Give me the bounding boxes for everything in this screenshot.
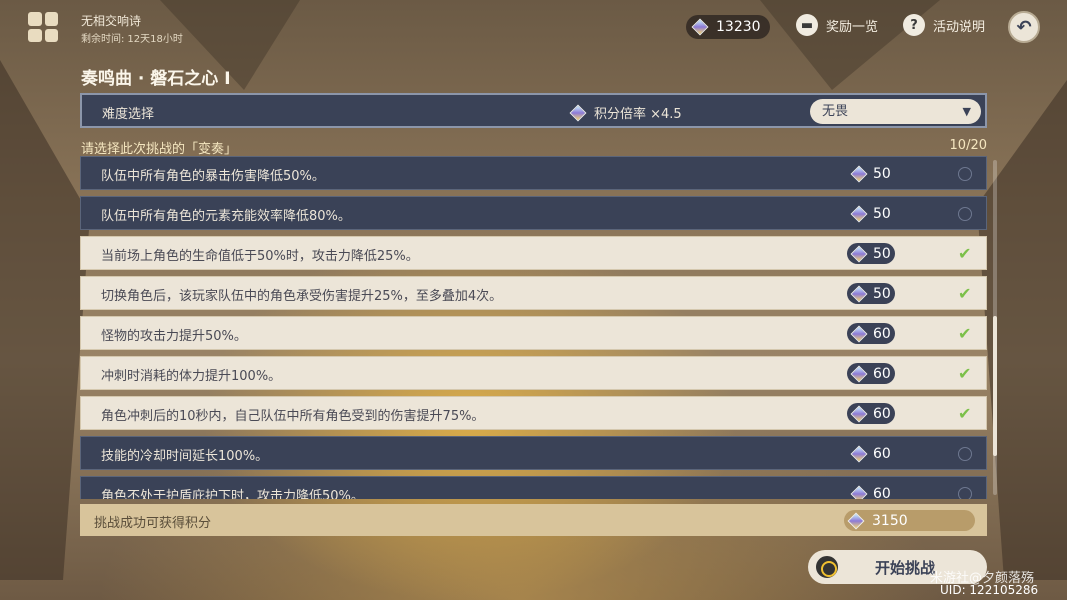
variation-row[interactable]: 当前场上角色的生命值低于50%时，攻击力降低25%。 50 ✔ [80, 236, 987, 270]
gem-icon [850, 165, 868, 182]
top-bar: 无相交响诗 剩余时间: 12天18小时 13230 ▬ 奖励一览 ? 活动说明 ↶ [0, 0, 1067, 54]
variation-points: 60 [847, 363, 895, 384]
points-value: 60 [873, 325, 891, 342]
confirm-circle-icon [816, 556, 838, 578]
variation-row[interactable]: 角色冲刺后的10秒内，自己队伍中所有角色受到的伤害提升75%。 60 ✔ [80, 396, 987, 430]
variation-points: 60 [847, 443, 895, 464]
gem-icon [850, 485, 868, 499]
scrollbar-thumb[interactable] [993, 316, 997, 456]
background-rock [977, 80, 1067, 580]
checkmark-icon[interactable]: ✔ [958, 286, 972, 302]
triangle-down-icon: ▼ [962, 105, 971, 118]
total-score-label: 挑战成功可获得积分 [94, 516, 212, 531]
gem-icon [850, 245, 868, 262]
event-info-button[interactable]: ? 活动说明 [903, 14, 985, 36]
gem-icon [850, 365, 868, 382]
unchecked-circle-icon[interactable] [958, 447, 972, 461]
total-score-pill: 3150 [844, 510, 975, 531]
points-value: 50 [873, 245, 891, 262]
stage-title: 奏鸣曲 · 磐石之心 Ⅰ [81, 69, 231, 89]
gem-icon [850, 325, 868, 342]
variation-list[interactable]: 队伍中所有角色的暴击伤害降低50%。 50 队伍中所有角色的元素充能效率降低80%。… [80, 155, 987, 499]
points-value: 60 [873, 445, 891, 462]
variation-row[interactable]: 技能的冷却时间延长100%。 60 [80, 436, 987, 470]
gem-icon [569, 104, 587, 121]
variation-text: 冲刺时消耗的体力提升100%。 [101, 369, 282, 384]
currency-value: 13230 [716, 19, 761, 35]
unchecked-circle-icon[interactable] [958, 207, 972, 221]
checkmark-icon[interactable]: ✔ [958, 246, 972, 262]
score-multiplier: 积分倍率 ×4.5 [569, 103, 682, 122]
rewards-label: 奖励一览 [826, 19, 879, 35]
difficulty-dropdown[interactable]: 无畏 ▼ [810, 99, 981, 124]
question-icon: ? [903, 14, 925, 36]
difficulty-label: 难度选择 [102, 107, 155, 122]
player-uid: UID: 122105286 [940, 583, 1039, 597]
difficulty-bar: 难度选择 积分倍率 ×4.5 无畏 ▼ [80, 93, 987, 128]
variation-row[interactable]: 怪物的攻击力提升50%。 60 ✔ [80, 316, 987, 350]
variation-points: 60 [847, 403, 895, 424]
variation-row[interactable]: 队伍中所有角色的元素充能效率降低80%。 50 [80, 196, 987, 230]
event-title: 无相交响诗 [81, 14, 142, 28]
event-grid-icon[interactable] [28, 12, 58, 42]
gem-icon [850, 445, 868, 462]
primogem-counter: 13230 [686, 15, 770, 39]
variation-row[interactable]: 队伍中所有角色的暴击伤害降低50%。 50 [80, 156, 987, 190]
variation-points: 60 [847, 483, 895, 499]
variation-row[interactable]: 角色不处于护盾庇护下时，攻击力降低50%。 60 [80, 476, 987, 499]
info-label: 活动说明 [933, 19, 986, 35]
event-remaining-time: 剩余时间: 12天18小时 [81, 34, 183, 45]
total-score-bar: 挑战成功可获得积分 3150 [80, 504, 987, 536]
variation-text: 切换角色后，该玩家队伍中的角色承受伤害提升25%，至多叠加4次。 [101, 289, 503, 304]
unchecked-circle-icon[interactable] [958, 167, 972, 181]
checkmark-icon[interactable]: ✔ [958, 326, 972, 342]
points-value: 60 [873, 485, 891, 500]
multiplier-text: 积分倍率 ×4.5 [594, 107, 682, 122]
difficulty-selected: 无畏 [822, 104, 849, 119]
variation-points: 50 [847, 283, 895, 304]
variation-text: 怪物的攻击力提升50%。 [101, 329, 247, 344]
checkmark-icon[interactable]: ✔ [958, 366, 972, 382]
gem-icon [850, 405, 868, 422]
points-value: 50 [873, 285, 891, 302]
start-challenge-label: 开始挑战 [875, 559, 936, 577]
total-score-value: 3150 [872, 512, 908, 529]
variation-count: 10/20 [949, 138, 987, 153]
variation-text: 角色不处于护盾庇护下时，攻击力降低50%。 [101, 489, 364, 499]
variation-points: 50 [847, 163, 895, 184]
points-value: 60 [873, 405, 891, 422]
variation-row[interactable]: 冲刺时消耗的体力提升100%。 60 ✔ [80, 356, 987, 390]
gem-icon [850, 205, 868, 222]
variation-text: 技能的冷却时间延长100%。 [101, 449, 269, 464]
points-value: 60 [873, 365, 891, 382]
variation-points: 50 [847, 203, 895, 224]
variation-text: 当前场上角色的生命值低于50%时，攻击力降低25%。 [101, 249, 419, 264]
primogem-icon [691, 18, 709, 36]
unchecked-circle-icon[interactable] [958, 487, 972, 499]
variation-points: 60 [847, 323, 895, 344]
back-button[interactable]: ↶ [1008, 11, 1040, 43]
variation-text: 队伍中所有角色的元素充能效率降低80%。 [101, 209, 351, 224]
gem-icon [847, 512, 865, 529]
variation-text: 角色冲刺后的10秒内，自己队伍中所有角色受到的伤害提升75%。 [101, 409, 485, 424]
variation-row[interactable]: 切换角色后，该玩家队伍中的角色承受伤害提升25%，至多叠加4次。 50 ✔ [80, 276, 987, 310]
return-arrow-icon: ↶ [1016, 16, 1032, 38]
checkmark-icon[interactable]: ✔ [958, 406, 972, 422]
gift-box-icon: ▬ [796, 14, 818, 36]
background-rock [0, 60, 90, 580]
rewards-overview-button[interactable]: ▬ 奖励一览 [796, 14, 878, 36]
variation-text: 队伍中所有角色的暴击伤害降低50%。 [101, 169, 325, 184]
variation-points: 50 [847, 243, 895, 264]
points-value: 50 [873, 205, 891, 222]
points-value: 50 [873, 165, 891, 182]
gem-icon [850, 285, 868, 302]
